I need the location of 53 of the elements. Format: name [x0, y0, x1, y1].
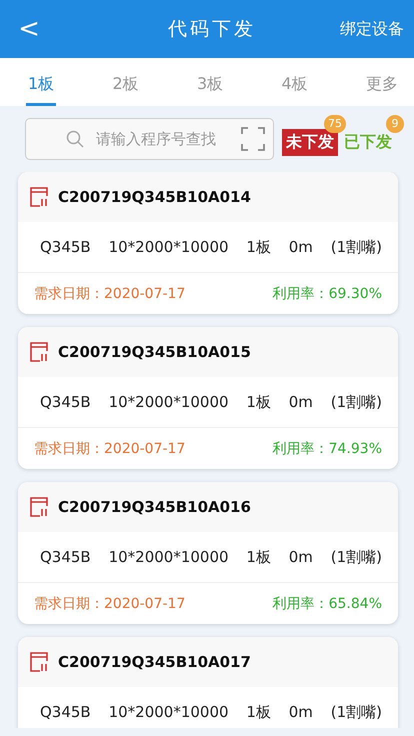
search-field[interactable]: 请输入程序号查找 [25, 118, 274, 160]
document-icon [30, 187, 48, 207]
order-card[interactable]: C200719Q345B10A014 Q345B 10*2000*10000 1板 0m (1割嘴) 需求日期：2020-07-17 利用率：69.30% [18, 172, 398, 314]
tab[interactable]: 更多 [364, 58, 400, 106]
program-code: C200719Q345B10A017 [58, 653, 251, 671]
back-button[interactable]: < [14, 14, 44, 44]
spec-text: 10*2000*10000 [108, 703, 229, 721]
spec-text: 10*2000*10000 [108, 548, 229, 566]
order-card[interactable]: C200719Q345B10A015 Q345B 10*2000*10000 1板 0m (1割嘴) 需求日期：2020-07-17 利用率：74.93% [18, 327, 398, 469]
due-date: 需求日期：2020-07-17 [34, 284, 186, 302]
count-badge: 75 [324, 114, 346, 132]
tab[interactable]: 2板 [110, 58, 141, 106]
spec-text: Q345B [40, 703, 91, 721]
order-card[interactable]: C200719Q345B10A017 Q345B 10*2000*10000 1板 0m (1割嘴) [18, 637, 398, 728]
spec-text: 1板 [246, 238, 271, 256]
spec-text: 1板 [246, 548, 271, 566]
spec-text: Q345B [40, 238, 91, 256]
status-filter[interactable]: 未下发 [282, 128, 338, 156]
program-code: C200719Q345B10A014 [58, 188, 251, 206]
page-title: 代码下发 [167, 17, 257, 42]
spec-text: 1板 [246, 702, 271, 722]
tab[interactable]: 4板 [280, 58, 310, 106]
spec-text: 0m [288, 238, 313, 256]
due-date: 需求日期：2020-07-17 [34, 440, 186, 458]
utilization-rate: 利用率：74.93% [272, 440, 382, 458]
count-badge: 9 [386, 114, 404, 132]
document-icon [30, 342, 48, 362]
spec-text: Q345B [40, 393, 91, 411]
bind-device-button[interactable]: 绑定设备 [340, 18, 404, 40]
spec-text: (1割嘴) [330, 238, 382, 256]
order-card[interactable]: C200719Q345B10A016 Q345B 10*2000*10000 1板 0m (1割嘴) 需求日期：2020-07-17 利用率：65.84% [18, 482, 398, 624]
search-input[interactable]: 请输入程序号查找 [94, 129, 231, 149]
tab[interactable]: 3板 [195, 58, 226, 106]
utilization-rate: 利用率：65.84% [272, 594, 382, 612]
scan-icon[interactable] [241, 127, 265, 151]
spec-text: 10*2000*10000 [108, 238, 229, 256]
spec-text: (1割嘴) [330, 702, 382, 722]
spec-text: Q345B [40, 548, 91, 566]
spec-text: (1割嘴) [330, 392, 382, 412]
tab[interactable]: 1板 [26, 58, 56, 106]
spec-text: (1割嘴) [330, 548, 382, 566]
spec-text: 0m [288, 703, 313, 721]
spec-text: 10*2000*10000 [108, 393, 229, 411]
spec-text: 0m [288, 548, 313, 566]
document-icon [30, 497, 48, 517]
document-icon [30, 652, 48, 672]
due-date: 需求日期：2020-07-17 [34, 594, 186, 612]
spec-text: 1板 [246, 392, 271, 412]
spec-text: 0m [288, 393, 313, 411]
search-icon [66, 130, 84, 148]
utilization-rate: 利用率：69.30% [272, 284, 382, 302]
program-code: C200719Q345B10A016 [58, 498, 251, 516]
program-code: C200719Q345B10A015 [58, 343, 251, 361]
